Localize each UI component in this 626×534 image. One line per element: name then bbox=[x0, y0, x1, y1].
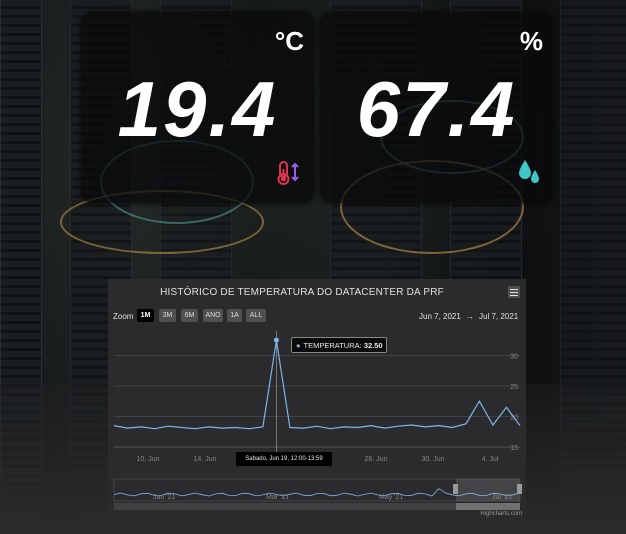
humidity-unit: % bbox=[519, 26, 543, 56]
scrollbar-thumb bbox=[456, 503, 520, 510]
water-drops-icon bbox=[517, 158, 541, 191]
chart-plot-area: 1520253010. Jun14. Jun18. Jun22. Jun26. … bbox=[113, 331, 522, 510]
x-tick-label: 30. Jun bbox=[422, 456, 445, 463]
temperature-card: °C 19.4 bbox=[81, 12, 314, 203]
navigator-label: May '21 bbox=[379, 494, 403, 501]
series-marker-icon: ● bbox=[296, 340, 301, 350]
y-tick-label: 25 bbox=[510, 384, 518, 391]
temperature-history-chart: HISTÓRICO DE TEMPERATURA DO DATACENTER D… bbox=[108, 279, 526, 519]
navigator-label: Jan '21 bbox=[153, 494, 175, 501]
temperature-value: 19.4 bbox=[117, 65, 278, 153]
x-tick-label: 14. Jun bbox=[194, 456, 217, 463]
hover-point bbox=[273, 337, 279, 343]
humidity-value: 67.4 bbox=[356, 65, 517, 153]
point-tooltip: ● TEMPERATURA: 32.50 bbox=[291, 337, 387, 353]
tooltip-value: 32.50 bbox=[363, 340, 383, 350]
navigator-label: Jul '21 bbox=[492, 494, 512, 501]
navigator-handle-right bbox=[517, 484, 522, 494]
navigator-label: Mar '21 bbox=[266, 494, 289, 501]
tooltip-series-label: TEMPERATURA: bbox=[303, 340, 362, 350]
x-tick-label: 26. Jun bbox=[365, 456, 388, 463]
temperature-unit: °C bbox=[274, 26, 304, 56]
navigator-handle-left bbox=[453, 484, 458, 494]
humidity-card: % 67.4 bbox=[320, 12, 553, 203]
y-tick-label: 15 bbox=[510, 445, 518, 452]
x-tick-label: 4. Jul bbox=[482, 456, 499, 463]
chart-credits[interactable]: Highcharts.com bbox=[480, 511, 522, 517]
x-tick-label: 10. Jun bbox=[137, 456, 160, 463]
thermometer-icon bbox=[276, 160, 302, 191]
y-tick-label: 30 bbox=[510, 353, 518, 360]
series-line bbox=[113, 340, 521, 430]
crosshair-label: Sabado, Jun 19, 12:00-13:59 bbox=[236, 452, 332, 466]
